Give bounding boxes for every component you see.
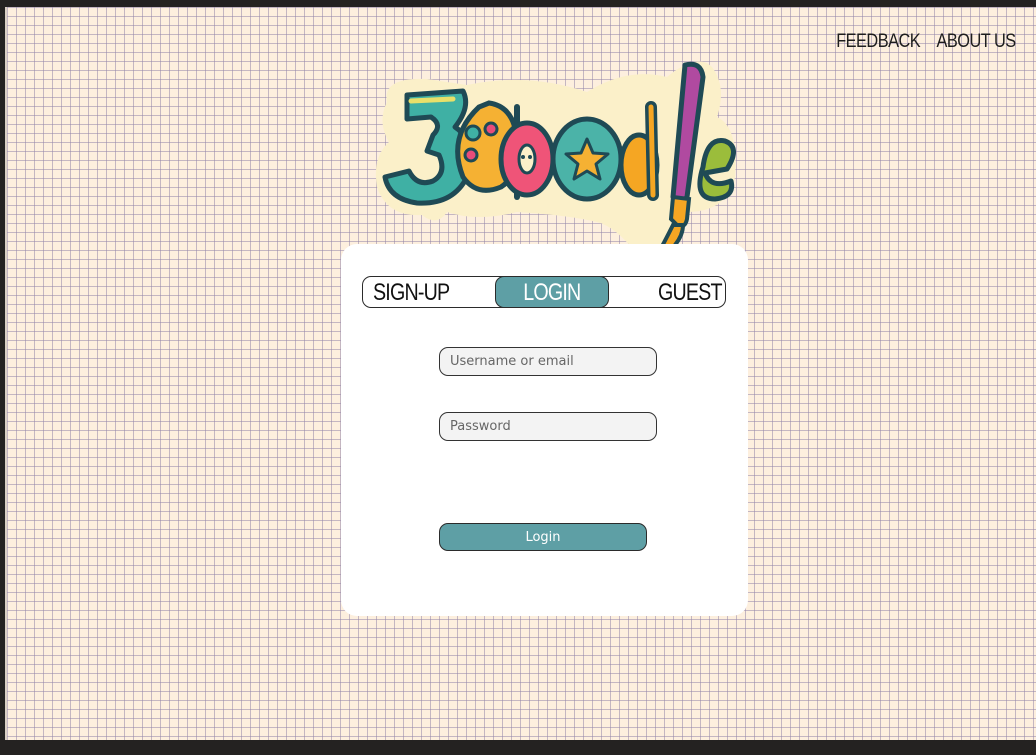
app-logo [375, 61, 736, 267]
username-input[interactable] [439, 347, 657, 376]
auth-tabs: SIGN-UP LOGIN GUEST [362, 276, 726, 308]
feedback-link[interactable]: FEEDBACK [837, 31, 921, 53]
login-button[interactable]: Login [439, 523, 647, 551]
grid-paper-background: FEEDBACK ABOUT US SIGN-UP LOGIN GUEST Us… [5, 7, 1036, 740]
tab-guest[interactable]: GUEST [658, 277, 723, 307]
about-us-link[interactable]: ABOUT US [937, 31, 1017, 53]
tab-sign-up[interactable]: SIGN-UP [373, 277, 450, 307]
tab-login[interactable]: LOGIN [495, 276, 609, 308]
password-input[interactable] [439, 412, 657, 441]
top-nav: FEEDBACK ABOUT US [837, 31, 1017, 53]
tab-login-label: LOGIN [523, 279, 581, 306]
login-card: SIGN-UP LOGIN GUEST Login [341, 244, 748, 616]
